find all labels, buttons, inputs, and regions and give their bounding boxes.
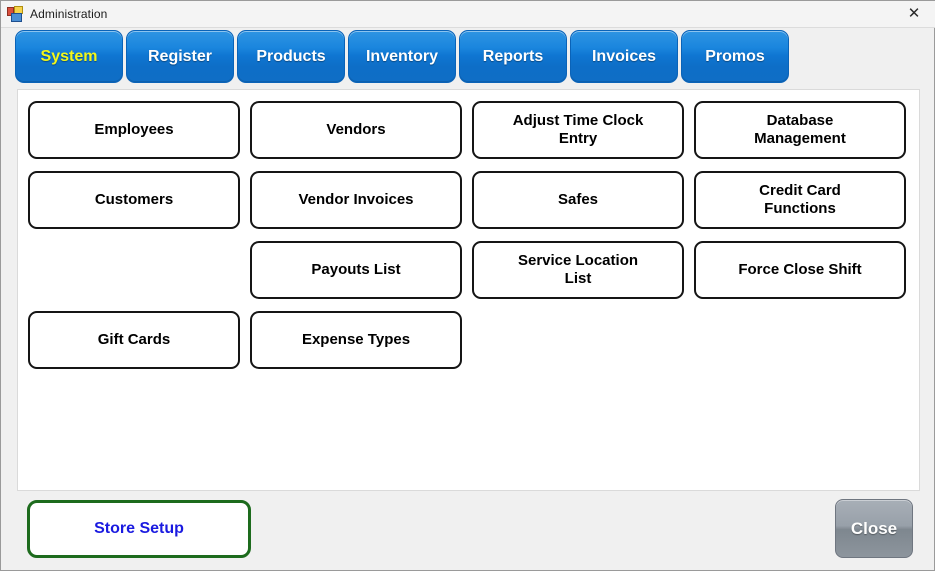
tab-strip: System Register Products Inventory Repor… bbox=[15, 30, 789, 83]
tab-promos[interactable]: Promos bbox=[681, 30, 789, 83]
tab-reports[interactable]: Reports bbox=[459, 30, 567, 83]
grid-cell: Vendors bbox=[250, 101, 462, 159]
button-force-close-shift[interactable]: Force Close Shift bbox=[694, 241, 906, 299]
grid-cell: Force Close Shift bbox=[694, 241, 906, 299]
tab-inventory[interactable]: Inventory bbox=[348, 30, 456, 83]
tab-label: Promos bbox=[705, 47, 765, 65]
tab-label: Register bbox=[147, 47, 213, 65]
grid-cell-empty bbox=[28, 241, 240, 299]
tab-products[interactable]: Products bbox=[237, 30, 345, 83]
grid-cell: Customers bbox=[28, 171, 240, 229]
grid-cell: Employees bbox=[28, 101, 240, 159]
tab-label: Products bbox=[256, 47, 326, 65]
button-expense-types[interactable]: Expense Types bbox=[250, 311, 462, 369]
grid-cell-empty bbox=[694, 311, 906, 369]
grid-cell: Gift Cards bbox=[28, 311, 240, 369]
administration-window: Administration ✕ System Register Product… bbox=[0, 0, 935, 571]
tab-invoices[interactable]: Invoices bbox=[570, 30, 678, 83]
tab-register[interactable]: Register bbox=[126, 30, 234, 83]
system-panel: Employees Vendors Adjust Time Clock Entr… bbox=[17, 89, 920, 491]
grid-cell: Safes bbox=[472, 171, 684, 229]
button-adjust-time-clock-entry[interactable]: Adjust Time Clock Entry bbox=[472, 101, 684, 159]
window-title: Administration bbox=[30, 7, 108, 21]
close-icon[interactable]: ✕ bbox=[892, 1, 935, 26]
application-icon bbox=[7, 6, 23, 22]
grid-cell: Payouts List bbox=[250, 241, 462, 299]
title-bar: Administration ✕ bbox=[1, 1, 935, 28]
grid-cell: Database Management bbox=[694, 101, 906, 159]
button-gift-cards[interactable]: Gift Cards bbox=[28, 311, 240, 369]
grid-cell: Vendor Invoices bbox=[250, 171, 462, 229]
button-database-management[interactable]: Database Management bbox=[694, 101, 906, 159]
button-vendor-invoices[interactable]: Vendor Invoices bbox=[250, 171, 462, 229]
grid-cell: Expense Types bbox=[250, 311, 462, 369]
button-store-setup[interactable]: Store Setup bbox=[27, 500, 251, 558]
button-vendors[interactable]: Vendors bbox=[250, 101, 462, 159]
tab-system[interactable]: System bbox=[15, 30, 123, 83]
tab-label: Inventory bbox=[365, 47, 438, 65]
button-safes[interactable]: Safes bbox=[472, 171, 684, 229]
close-button[interactable]: Close bbox=[835, 499, 913, 558]
button-employees[interactable]: Employees bbox=[28, 101, 240, 159]
grid-cell: Adjust Time Clock Entry bbox=[472, 101, 684, 159]
tab-label: Reports bbox=[482, 47, 544, 65]
button-payouts-list[interactable]: Payouts List bbox=[250, 241, 462, 299]
button-customers[interactable]: Customers bbox=[28, 171, 240, 229]
grid-cell: Credit Card Functions bbox=[694, 171, 906, 229]
tab-label: Invoices bbox=[591, 47, 657, 65]
tab-label: System bbox=[40, 47, 98, 65]
grid-cell-empty bbox=[472, 311, 684, 369]
grid-cell: Service Location List bbox=[472, 241, 684, 299]
button-service-location-list[interactable]: Service Location List bbox=[472, 241, 684, 299]
function-button-grid: Employees Vendors Adjust Time Clock Entr… bbox=[28, 101, 911, 369]
button-credit-card-functions[interactable]: Credit Card Functions bbox=[694, 171, 906, 229]
